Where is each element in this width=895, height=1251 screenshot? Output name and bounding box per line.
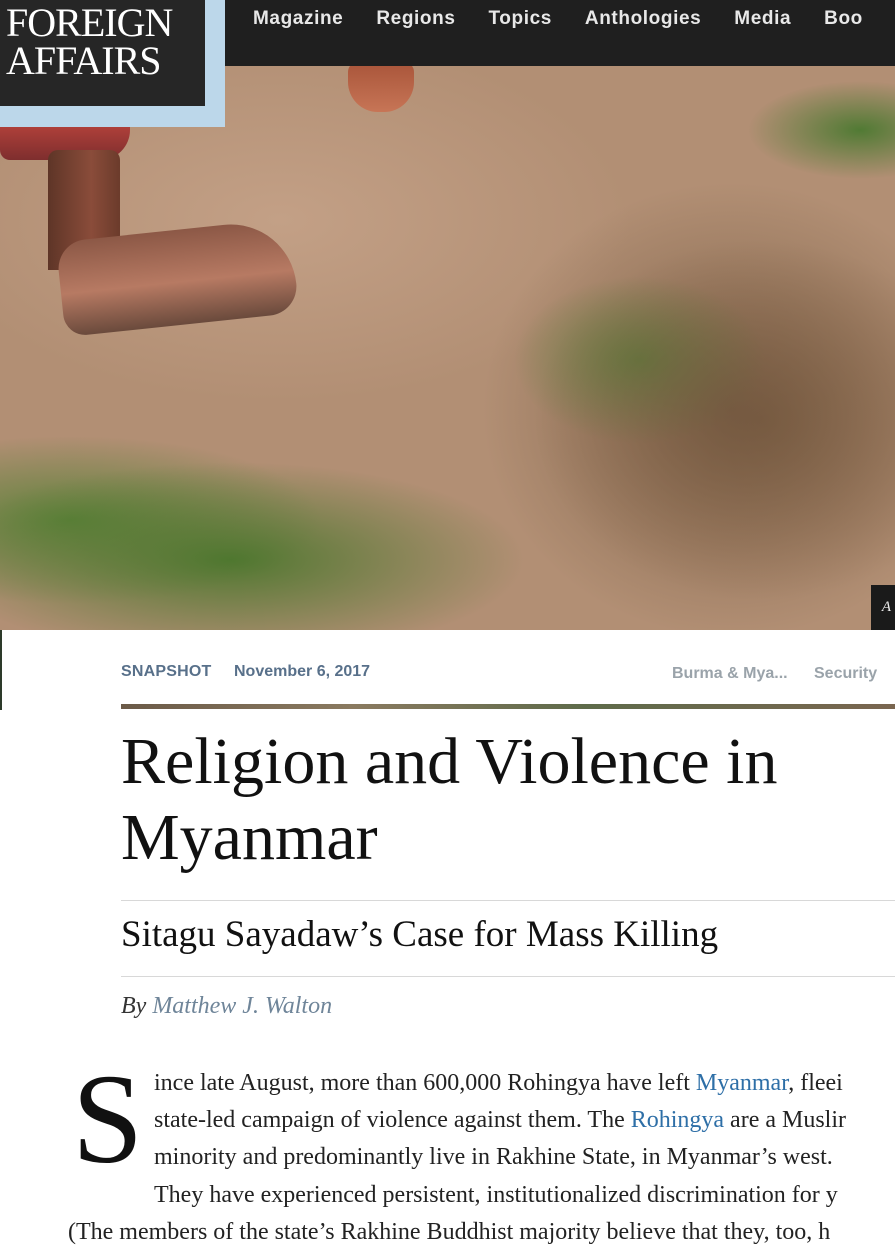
nav-topics[interactable]: Topics xyxy=(488,0,551,40)
drop-cap: S xyxy=(72,1048,144,1190)
subtitle-divider xyxy=(121,976,895,977)
author-link[interactable]: Matthew J. Walton xyxy=(152,993,332,1019)
link-rohingya[interactable]: Rohingya xyxy=(631,1107,724,1133)
body-text: are a Muslir xyxy=(724,1107,847,1133)
publish-date: November 6, 2017 xyxy=(234,663,371,680)
header-rule xyxy=(121,704,895,709)
logo-frame: FOREIGN AFFAIRS xyxy=(0,0,225,127)
byline-prefix: By xyxy=(121,993,147,1019)
nav-media[interactable]: Media xyxy=(734,0,791,40)
hero-foot-distant xyxy=(348,62,414,112)
nav-anthologies[interactable]: Anthologies xyxy=(585,0,701,40)
body-line: minority and predominantly live in Rakhi… xyxy=(154,1139,833,1176)
title-divider xyxy=(121,900,895,901)
body-line: ince late August, more than 600,000 Rohi… xyxy=(154,1065,843,1102)
nav-regions[interactable]: Regions xyxy=(376,0,455,40)
body-line: state-led campaign of violence against t… xyxy=(154,1102,846,1139)
hero-mud xyxy=(480,180,895,630)
link-myanmar[interactable]: Myanmar xyxy=(696,1070,788,1096)
nav-magazine[interactable]: Magazine xyxy=(253,0,343,40)
nav-books[interactable]: Boo xyxy=(824,0,863,40)
body-text: , fleei xyxy=(788,1070,843,1096)
left-edge xyxy=(0,630,2,710)
body-text: They have experienced persistent, instit… xyxy=(154,1182,838,1208)
photo-caption-toggle[interactable]: A xyxy=(871,585,895,630)
body-text: (The members of the state’s Rakhine Budd… xyxy=(68,1219,831,1245)
body-text: minority and predominantly live in Rakhi… xyxy=(154,1144,833,1170)
article-title: Religion and Violence in Myanmar xyxy=(121,725,778,874)
body-text: state-led campaign of violence against t… xyxy=(154,1107,631,1133)
article-type-tag[interactable]: SNAPSHOT xyxy=(121,663,212,681)
byline: By Matthew J. Walton xyxy=(121,993,332,1020)
body-line: (The members of the state’s Rakhine Budd… xyxy=(68,1214,830,1251)
topic-tag-security[interactable]: Security xyxy=(814,665,877,683)
body-text: ince late August, more than 600,000 Rohi… xyxy=(154,1070,696,1096)
topic-tag-burma[interactable]: Burma & Mya... xyxy=(672,665,788,683)
article-subtitle: Sitagu Sayadaw’s Case for Mass Killing xyxy=(121,914,719,955)
body-line: They have experienced persistent, instit… xyxy=(154,1177,838,1214)
foreign-affairs-logo[interactable]: FOREIGN AFFAIRS xyxy=(0,0,205,106)
logo-line-2: AFFAIRS xyxy=(6,38,162,83)
main-nav: Magazine Regions Topics Anthologies Medi… xyxy=(253,0,895,40)
